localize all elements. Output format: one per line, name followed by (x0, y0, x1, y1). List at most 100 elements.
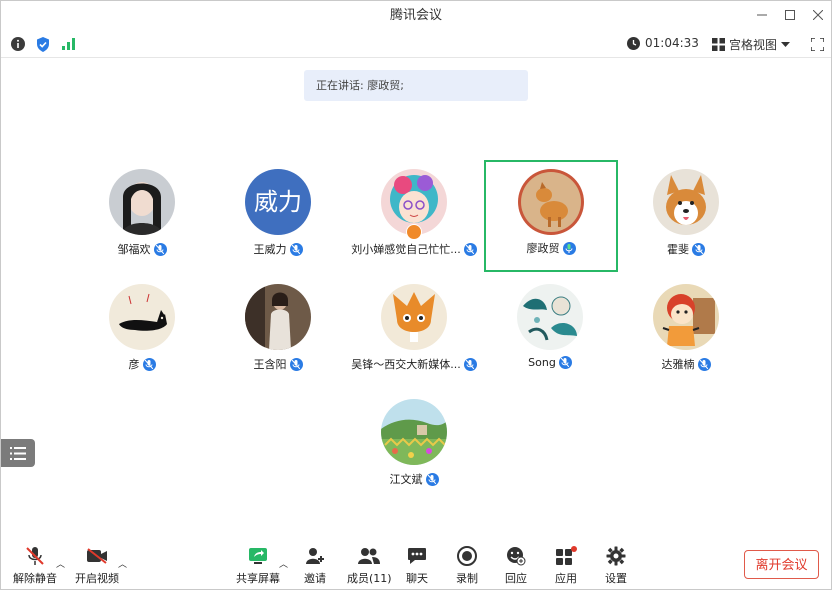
chat-label: 聊天 (406, 572, 428, 585)
participant-tile[interactable]: 威力 王威力 (211, 161, 345, 273)
security-shield-icon[interactable] (35, 36, 51, 52)
avatar (653, 169, 719, 235)
participant-name: 达雅楠 (661, 358, 695, 371)
participant-tile[interactable]: 王含阳 (211, 276, 345, 388)
members-icon (358, 545, 381, 567)
invite-user-icon (304, 545, 326, 567)
avatar (517, 284, 583, 350)
mic-muted-icon (153, 242, 167, 256)
info-icon[interactable] (10, 36, 26, 52)
clock-icon (627, 36, 640, 50)
view-mode-dropdown[interactable]: 宫格视图 (712, 36, 791, 53)
participant-tile[interactable]: 邹福欢 (75, 161, 209, 273)
list-icon (10, 446, 26, 460)
participant-name: Song (528, 356, 556, 369)
mic-muted-icon (463, 357, 477, 371)
participant-tile[interactable]: 彦 (75, 276, 209, 388)
share-screen-icon (247, 545, 269, 567)
leave-meeting-button[interactable]: 离开会议 (744, 550, 819, 579)
participant-name-row: 吴锋～西交大新媒体... (347, 356, 481, 372)
apps-icon (555, 545, 577, 567)
participant-name-row: 彦 (75, 356, 209, 372)
participant-tile[interactable]: 江文斌 (347, 391, 481, 503)
meeting-toolbar: 解除静音 ︿ 开启视频 ︿ 共享屏幕 ︿ 邀请 成员(11) 聊天 录制 回应 … (1, 539, 831, 589)
share-screen-button[interactable]: 共享屏幕 (236, 545, 280, 586)
maximize-icon (785, 10, 795, 20)
close-button[interactable] (804, 1, 831, 29)
participant-name: 江文斌 (389, 473, 423, 486)
minimize-icon (757, 14, 767, 16)
avatar (109, 169, 175, 235)
close-icon (813, 10, 823, 20)
participant-name-row: 霍斐 (619, 241, 753, 257)
mic-muted-icon (558, 356, 572, 369)
participant-name: 王威力 (253, 243, 287, 256)
mic-muted-icon (692, 242, 705, 256)
share-screen-label: 共享屏幕 (236, 572, 280, 585)
participant-name: 廖政贸 (526, 242, 560, 255)
participant-tile[interactable]: 刘小婵感觉自己忙忙... (347, 161, 481, 273)
avatar (109, 284, 175, 350)
maximize-button[interactable] (776, 1, 804, 29)
window-title: 腾讯会议 (389, 8, 442, 23)
share-options-chevron-icon[interactable]: ︿ (279, 557, 288, 570)
participant-name-row: 江文斌 (347, 471, 481, 487)
unmute-label: 解除静音 (13, 572, 57, 585)
participant-name: 彦 (128, 358, 140, 371)
fullscreen-button[interactable] (809, 36, 825, 52)
mic-muted-icon (425, 472, 439, 486)
gear-icon (605, 545, 627, 567)
meeting-timer: 01:04:33 (627, 36, 699, 50)
participant-name-row: Song (483, 356, 617, 369)
mic-muted-icon (697, 357, 711, 371)
video-off-icon (86, 545, 108, 567)
reaction-icon (505, 545, 527, 567)
settings-button[interactable]: 设置 (605, 545, 627, 586)
participant-name: 王含阳 (253, 358, 287, 371)
participant-tile[interactable]: 霍斐 (619, 161, 753, 273)
invite-button[interactable]: 邀请 (304, 545, 326, 586)
grid-view-icon (712, 38, 725, 51)
meeting-status-bar: 01:04:33 宫格视图 (1, 31, 831, 58)
avatar (518, 169, 584, 235)
record-icon (456, 545, 478, 567)
participant-name-row: 廖政贸 (486, 240, 616, 256)
participant-tile[interactable]: Song (483, 276, 617, 388)
view-mode-label: 宫格视图 (729, 38, 778, 52)
participant-tile-active-speaker[interactable]: 廖政贸 (484, 160, 618, 272)
participant-tile[interactable]: 达雅楠 (619, 276, 753, 388)
member-list-toggle[interactable] (1, 439, 35, 467)
chat-icon (406, 545, 428, 567)
meeting-window: 腾讯会议 01:04:33 宫格视图 正在讲话: 廖政贸; 邹福欢 威力 王威力… (0, 0, 832, 590)
participant-name: 霍斐 (667, 243, 689, 256)
members-button[interactable]: 成员(11) (347, 545, 392, 586)
chat-button[interactable]: 聊天 (406, 545, 428, 586)
mic-speaking-icon (562, 241, 576, 255)
participant-name: 吴锋～西交大新媒体... (351, 358, 461, 371)
start-video-label: 开启视频 (75, 572, 119, 585)
timer-text: 01:04:33 (645, 36, 699, 50)
mic-off-icon (24, 545, 46, 567)
participant-name-row: 刘小婵感觉自己忙忙... (347, 241, 481, 257)
participant-name: 刘小婵感觉自己忙忙... (351, 243, 461, 256)
record-button[interactable]: 录制 (456, 545, 478, 586)
participant-name-row: 王含阳 (211, 356, 345, 372)
minimize-button[interactable] (748, 1, 776, 29)
participant-tile[interactable]: 吴锋～西交大新媒体... (347, 276, 481, 388)
avatar (381, 399, 447, 465)
video-options-chevron-icon[interactable]: ︿ (118, 557, 127, 570)
record-label: 录制 (456, 572, 478, 585)
participant-name-row: 王威力 (211, 241, 345, 257)
apps-button[interactable]: 应用 (555, 545, 577, 586)
participant-name: 邹福欢 (117, 243, 151, 256)
reaction-button[interactable]: 回应 (505, 545, 527, 586)
audio-options-chevron-icon[interactable]: ︿ (56, 557, 65, 570)
avatar: 威力 (245, 169, 311, 235)
unmute-button[interactable]: 解除静音 (13, 545, 57, 586)
network-signal-icon[interactable] (61, 36, 77, 52)
participant-name-row: 达雅楠 (619, 356, 753, 372)
mic-muted-icon (463, 242, 477, 256)
chevron-down-icon (781, 41, 791, 47)
start-video-button[interactable]: 开启视频 (75, 545, 119, 586)
mic-muted-icon (142, 357, 156, 371)
